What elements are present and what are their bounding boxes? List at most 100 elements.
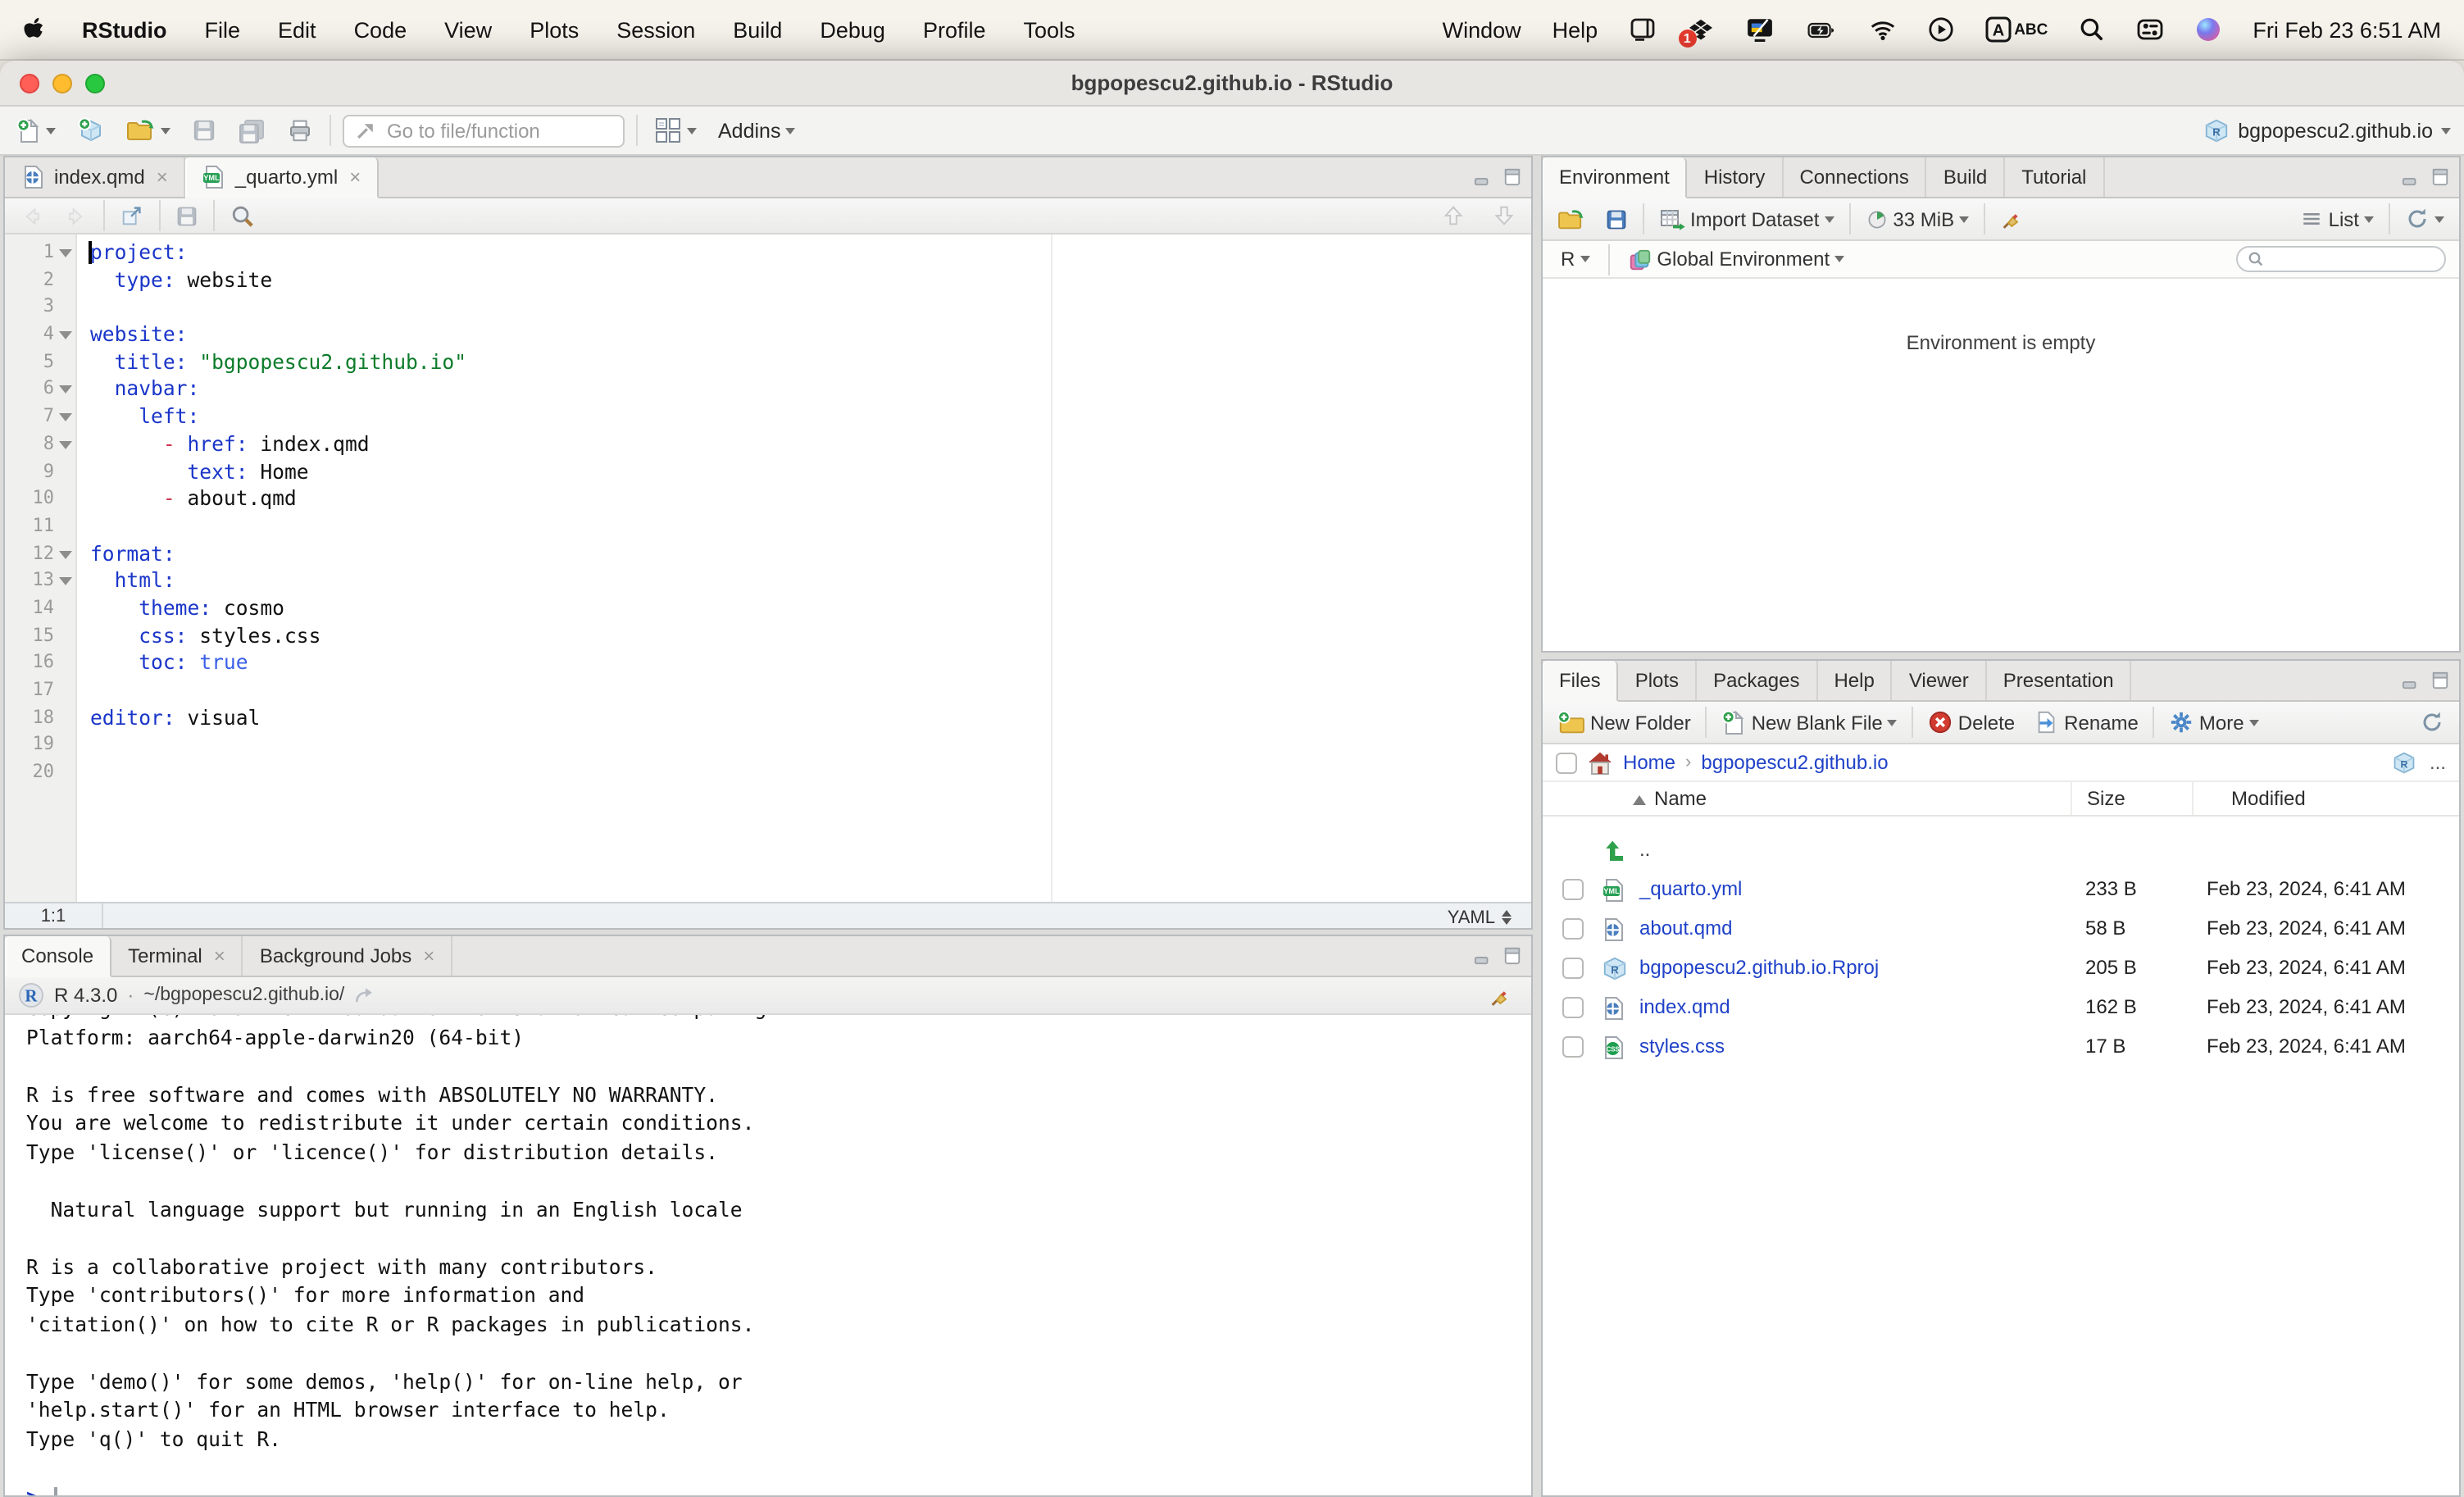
rename-file-button[interactable]: Rename [2030,707,2143,738]
play-status-icon[interactable] [1927,16,1953,43]
breadcrumb-project-link[interactable]: bgpopescu2.github.io [1701,751,1888,774]
file-name-link[interactable]: about.qmd [1639,917,1732,940]
memory-usage-button[interactable]: 33 MiB [1860,204,1974,234]
find-replace-button[interactable] [225,199,261,232]
project-selector[interactable]: R bgpopescu2.github.io [2203,117,2451,143]
breadcrumb-ellipsis-button[interactable]: ... [2430,751,2446,774]
fold-arrow-icon[interactable] [59,441,72,449]
file-checkbox[interactable] [1562,958,1584,979]
print-button[interactable] [282,115,318,146]
menu-item-code[interactable]: Code [354,17,407,42]
save-all-button[interactable] [233,114,270,147]
fold-arrow-icon[interactable] [59,550,72,558]
file-row-[interactable]: .. [1543,831,2459,871]
apple-menu-icon[interactable] [23,16,44,43]
load-workspace-button[interactable] [1553,204,1590,234]
new-file-button[interactable] [11,114,61,147]
console-prompt-line[interactable]: > [5,1483,1531,1497]
env-tab-tutorial[interactable]: Tutorial [2005,157,2104,197]
more-file-actions-button[interactable]: More [2165,707,2264,738]
minimize-pane-button[interactable] [1474,947,1492,965]
input-source-icon[interactable]: A ABC [1984,16,2048,43]
siri-icon[interactable] [2195,16,2221,43]
source-down-button[interactable] [1487,200,1521,231]
menu-item-rstudio[interactable]: RStudio [82,17,167,42]
file-row-bgpopescu2-github-io-rproj[interactable]: Rbgpopescu2.github.io.Rproj205 BFeb 23, … [1543,949,2459,989]
menu-clock[interactable]: Fri Feb 23 6:51 AM [2253,17,2441,42]
refresh-files-button[interactable] [2415,707,2449,738]
file-checkbox[interactable] [1562,879,1584,900]
maximize-pane-button[interactable] [2431,671,2449,690]
menu-item-profile[interactable]: Profile [923,17,986,42]
files-tab-packages[interactable]: Packages [1697,661,1817,700]
source-up-button[interactable] [1436,200,1471,231]
goto-file-input[interactable]: Go to file/function [343,114,625,147]
env-tab-history[interactable]: History [1688,157,1784,197]
save-source-button[interactable] [170,201,203,230]
breadcrumb-home-link[interactable]: Home [1623,751,1675,774]
display-mirroring-icon[interactable] [1745,16,1773,43]
pane-layout-button[interactable] [649,113,702,148]
addins-button[interactable]: Addins [713,116,800,145]
menu-item-debug[interactable]: Debug [820,17,885,42]
import-dataset-button[interactable]: Import Dataset [1654,203,1839,234]
menu-item-file[interactable]: File [205,17,241,42]
column-header-modified[interactable]: Modified [2231,787,2306,810]
minimize-window-button[interactable] [52,74,72,93]
env-tab-build[interactable]: Build [1927,157,2005,197]
menu-item-plots[interactable]: Plots [530,17,579,42]
menu-item-window[interactable]: Window [1443,17,1521,42]
file-mode-selector[interactable]: YAML [1448,908,1531,927]
menu-item-build[interactable]: Build [733,17,782,42]
dropbox-icon[interactable]: 1 [1686,17,1714,42]
minimize-pane-button[interactable] [1474,168,1492,186]
new-project-button[interactable] [72,113,110,148]
fold-arrow-icon[interactable] [59,331,72,339]
files-tab-plots[interactable]: Plots [1619,661,1697,700]
env-view-mode-button[interactable]: List [2296,204,2379,234]
column-header-size[interactable]: Size [2087,787,2125,810]
file-checkbox[interactable] [1562,1036,1584,1058]
popout-editor-button[interactable] [115,200,149,231]
maximize-pane-button[interactable] [1503,946,1521,966]
file-name-link[interactable]: .. [1639,838,1650,861]
save-workspace-button[interactable] [1600,204,1633,234]
maximize-pane-button[interactable] [2431,167,2449,187]
back-button[interactable] [15,201,49,230]
file-name-link[interactable]: bgpopescu2.github.io.Rproj [1639,956,1879,979]
open-file-button[interactable] [121,115,175,146]
file-row-index-qmd[interactable]: index.qmd162 BFeb 23, 2024, 6:41 AM [1543,989,2459,1028]
console-tab-background-jobs[interactable]: Background Jobs× [243,936,453,976]
file-name-link[interactable]: _quarto.yml [1639,877,1742,900]
source-tab-index-qmd[interactable]: index.qmd× [5,157,186,197]
scope-selector[interactable]: Global Environment [1622,243,1849,275]
file-checkbox[interactable] [1562,997,1584,1018]
file-name-link[interactable]: styles.css [1639,1035,1725,1058]
forward-button[interactable] [59,201,93,230]
working-directory-link[interactable]: ~/bgpopescu2.github.io/ [143,985,344,1005]
wifi-icon[interactable] [1868,18,1896,41]
code-editor[interactable]: 1project:2 type: website34website:5 titl… [5,234,1531,902]
fold-arrow-icon[interactable] [59,386,72,394]
spotlight-icon[interactable] [2079,16,2105,43]
close-tab-icon[interactable]: × [349,166,361,189]
console-tab-terminal[interactable]: Terminal× [111,936,243,976]
minimize-pane-button[interactable] [2402,671,2420,689]
fold-arrow-icon[interactable] [59,413,72,421]
language-selector[interactable]: R [1556,244,1594,274]
menu-item-view[interactable]: View [444,17,492,42]
fold-arrow-icon[interactable] [59,249,72,257]
file-name-link[interactable]: index.qmd [1639,995,1730,1018]
minimize-pane-button[interactable] [2402,168,2420,186]
save-button[interactable] [187,115,221,146]
sidebar-app-icon[interactable] [1629,16,1655,43]
env-tab-environment[interactable]: Environment [1543,157,1688,198]
new-blank-file-button[interactable]: New Blank File [1717,706,1903,739]
refresh-environment-button[interactable] [2400,203,2449,234]
files-tab-presentation[interactable]: Presentation [1987,661,2132,700]
window-titlebar[interactable]: bgpopescu2.github.io - RStudio [0,61,2464,107]
control-center-icon[interactable] [2136,16,2164,43]
file-row-about-qmd[interactable]: about.qmd58 BFeb 23, 2024, 6:41 AM [1543,910,2459,949]
clear-environment-button[interactable] [1995,203,2030,234]
environment-search-input[interactable] [2236,246,2446,272]
